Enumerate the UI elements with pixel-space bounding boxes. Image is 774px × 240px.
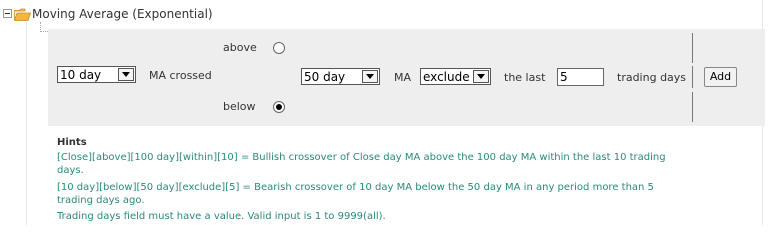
hint-line: [10 day][below][50 day][exclude][5] = Be… (57, 182, 654, 193)
hint-line: [Close][above][100 day][within][10] = Bu… (57, 152, 666, 163)
hint-line: days. (57, 165, 84, 176)
above-radio[interactable] (273, 42, 285, 54)
chevron-down-icon (362, 70, 378, 83)
hint-line: trading days ago. (57, 195, 145, 206)
tree-connector-branch (40, 31, 48, 32)
hint-line: Trading days field must have a value. Va… (57, 211, 386, 222)
right-ma-select[interactable]: 50 day (301, 68, 380, 85)
hints-title: Hints (57, 137, 87, 148)
mode-select-value: exclude (423, 70, 470, 84)
outer-border-left (26, 22, 27, 225)
folder-icon (14, 8, 31, 21)
above-label: above (223, 41, 257, 54)
below-radio[interactable] (273, 101, 285, 113)
ma-crossed-label: MA crossed (149, 69, 212, 82)
right-ma-select-value: 50 day (304, 70, 346, 84)
below-label: below (223, 100, 256, 113)
separator-top (692, 33, 693, 63)
the-last-label: the last (504, 71, 546, 84)
add-button[interactable]: Add (704, 67, 737, 87)
separator-bottom (692, 92, 693, 122)
section-title: Moving Average (Exponential) (32, 7, 213, 21)
separator-mid (692, 66, 693, 88)
mode-select[interactable]: exclude (420, 68, 491, 85)
left-ma-select-value: 10 day (60, 68, 102, 82)
collapse-toggle-icon[interactable] (3, 9, 12, 18)
chevron-down-icon (473, 70, 489, 83)
left-ma-select[interactable]: 10 day (57, 66, 136, 83)
trading-days-input[interactable]: 5 (557, 68, 604, 86)
trading-days-label: trading days (617, 71, 687, 84)
chevron-down-icon (118, 68, 134, 81)
ma-label: MA (394, 71, 412, 84)
